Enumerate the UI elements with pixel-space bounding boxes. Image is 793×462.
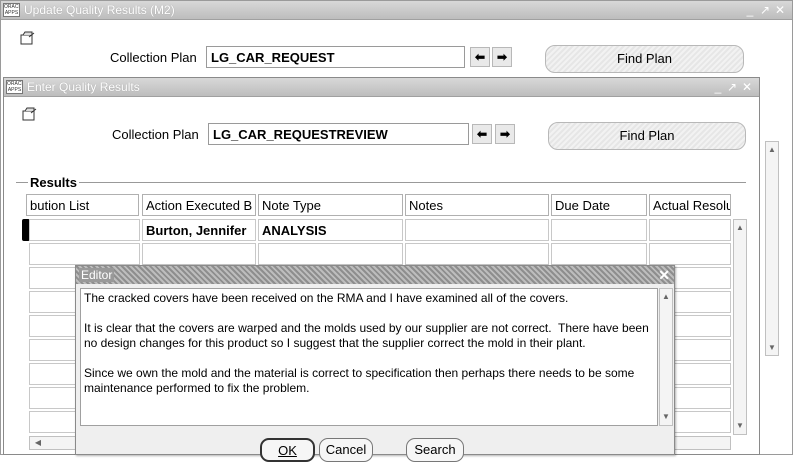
arrow-left-icon: ⬅	[476, 127, 488, 141]
minimize-icon[interactable]: _	[712, 80, 724, 94]
front-collection-plan-label: Collection Plan	[112, 127, 199, 142]
front-window-title: Enter Quality Results	[27, 80, 140, 94]
open-folder-icon	[22, 107, 37, 121]
table-row-empty[interactable]	[551, 243, 647, 265]
back-find-plan-button[interactable]: Find Plan	[545, 45, 744, 73]
table-row-cell-note-type[interactable]: ANALYSIS	[258, 219, 403, 241]
column-header-due-date[interactable]: Due Date	[551, 194, 647, 216]
back-window-scrollbar[interactable]: ▲ ▼	[765, 141, 779, 356]
back-prev-plan-button[interactable]: ⬅	[470, 47, 490, 67]
back-collection-plan-field[interactable]: LG_CAR_REQUEST	[206, 46, 465, 68]
table-row-empty[interactable]	[29, 243, 140, 265]
table-row-empty[interactable]	[405, 243, 549, 265]
editor-title: Editor	[79, 268, 115, 282]
ok-button[interactable]: OK	[260, 438, 315, 462]
editor-vertical-scrollbar[interactable]: ▲ ▼	[659, 288, 673, 426]
cancel-button[interactable]: Cancel	[319, 438, 373, 462]
minimize-icon[interactable]: _	[744, 3, 756, 17]
close-icon[interactable]: ✕	[774, 3, 786, 17]
results-section-title: Results	[28, 175, 79, 190]
front-collection-plan-field[interactable]: LG_CAR_REQUESTREVIEW	[208, 123, 469, 145]
scroll-down-icon[interactable]: ▼	[734, 420, 746, 432]
oracle-logo-icon: ORACLEAPPS	[3, 3, 20, 17]
column-header-distribution-list[interactable]: bution List	[26, 194, 139, 216]
results-vertical-scrollbar[interactable]: ▲ ▼	[733, 219, 747, 435]
scroll-down-icon[interactable]: ▼	[660, 411, 672, 423]
back-window-titlebar[interactable]: ORACLEAPPS Update Quality Results (M2) _…	[1, 1, 792, 20]
table-row-empty[interactable]	[649, 243, 731, 265]
table-row-cell-due-date[interactable]	[551, 219, 647, 241]
back-window-title: Update Quality Results (M2)	[24, 3, 175, 17]
table-row-cell-action-executed-by[interactable]: Burton, Jennifer	[142, 219, 256, 241]
front-next-plan-button[interactable]: ➡	[495, 124, 515, 144]
editor-dialog: Editor ✕ The cracked covers have been re…	[75, 265, 675, 462]
search-button[interactable]: Search	[406, 438, 464, 462]
arrow-left-icon: ⬅	[474, 50, 486, 64]
editor-titlebar[interactable]: Editor ✕	[76, 266, 674, 284]
front-find-plan-button[interactable]: Find Plan	[548, 122, 746, 150]
column-header-notes[interactable]: Notes	[405, 194, 549, 216]
editor-text-area[interactable]: The cracked covers have been received on…	[80, 288, 658, 426]
arrow-right-icon: ➡	[496, 50, 508, 64]
back-toolbar-open-button[interactable]	[17, 28, 37, 47]
close-icon[interactable]: ✕	[658, 267, 670, 284]
scroll-up-icon[interactable]: ▲	[766, 144, 778, 156]
arrow-right-icon: ➡	[499, 127, 511, 141]
front-window-titlebar[interactable]: ORACLEAPPS Enter Quality Results _ ↗ ✕	[4, 78, 759, 97]
back-collection-plan-label: Collection Plan	[110, 50, 197, 65]
table-row-empty[interactable]	[142, 243, 256, 265]
oracle-logo-icon: ORACLEAPPS	[6, 80, 23, 94]
ok-button-label: OK	[278, 443, 297, 458]
front-toolbar-open-button[interactable]	[19, 104, 39, 123]
open-folder-icon	[20, 31, 35, 45]
column-header-action-executed-by[interactable]: Action Executed B	[142, 194, 256, 216]
maximize-icon[interactable]: ↗	[726, 80, 738, 94]
scroll-up-icon[interactable]: ▲	[660, 291, 672, 303]
table-row-cell-actual-resolution[interactable]	[649, 219, 731, 241]
column-header-note-type[interactable]: Note Type	[258, 194, 403, 216]
scroll-left-icon[interactable]: ◀	[32, 437, 44, 449]
results-section-divider	[16, 182, 746, 183]
table-row-cell-notes[interactable]	[405, 219, 549, 241]
scroll-up-icon[interactable]: ▲	[734, 222, 746, 234]
front-prev-plan-button[interactable]: ⬅	[472, 124, 492, 144]
close-icon[interactable]: ✕	[741, 80, 753, 94]
table-row-cell-distribution-list[interactable]	[29, 219, 140, 241]
scroll-down-icon[interactable]: ▼	[766, 342, 778, 354]
column-header-actual-resolution[interactable]: Actual Resolu	[649, 194, 731, 216]
back-next-plan-button[interactable]: ➡	[492, 47, 512, 67]
table-row-empty[interactable]	[258, 243, 403, 265]
maximize-icon[interactable]: ↗	[759, 3, 771, 17]
